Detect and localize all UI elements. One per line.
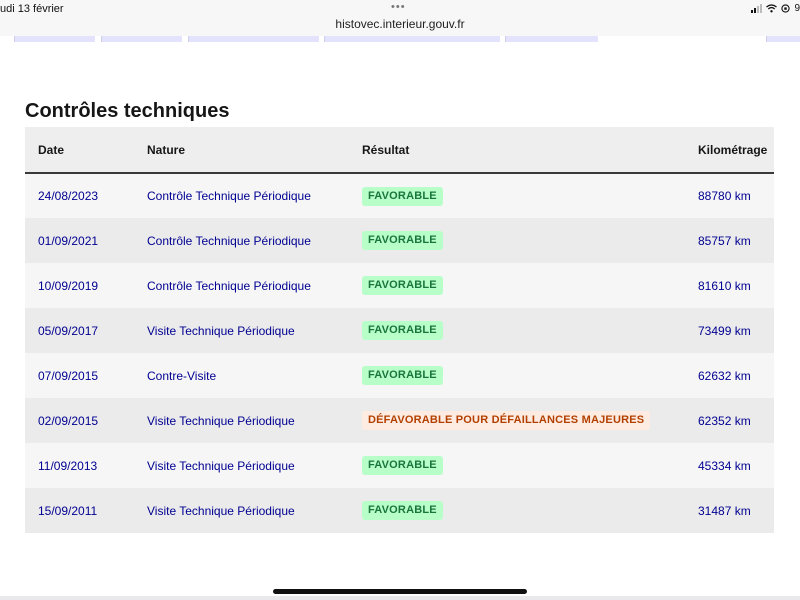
nav-tab[interactable] (188, 36, 319, 42)
row-nature: Visite Technique Périodique (147, 458, 295, 473)
row-kilometrage: 31487 km (698, 503, 751, 518)
column-header-resultat: Résultat (362, 142, 410, 157)
orientation-lock-icon (781, 4, 791, 13)
status-icons: 9 (751, 3, 800, 14)
column-header-nature: Nature (147, 142, 186, 157)
section-title: Contrôles techniques (25, 100, 230, 122)
row-date: 15/09/2011 (38, 503, 98, 518)
row-date: 02/09/2015 (38, 413, 99, 428)
result-badge-defavorable: DÉFAVORABLE POUR DÉFAILLANCES MAJEURES (362, 411, 651, 430)
nav-tab[interactable] (324, 36, 500, 42)
more-dots-icon[interactable]: ••• (391, 1, 406, 13)
result-badge-favorable: FAVORABLE (362, 366, 443, 385)
table-row: 01/09/2021 Contrôle Technique Périodique… (25, 218, 774, 263)
row-date: 07/09/2015 (38, 368, 99, 383)
wifi-icon (766, 4, 778, 13)
row-kilometrage: 88780 km (698, 189, 751, 203)
browser-status-bar: udi 13 février ••• histovec.interieur.go… (0, 0, 800, 37)
result-badge-favorable: FAVORABLE (362, 501, 443, 520)
controles-table: Date Nature Résultat Kilométrage 24/08/2… (25, 127, 774, 533)
row-kilometrage: 62352 km (698, 413, 751, 428)
status-time: udi 13 février (0, 3, 64, 15)
page-content: Contrôles techniques Date Nature Résulta… (0, 36, 800, 600)
nav-tab[interactable] (505, 36, 598, 42)
result-badge-favorable: FAVORABLE (362, 186, 443, 206)
result-badge-favorable: FAVORABLE (362, 321, 443, 340)
row-date: 11/09/2013 (38, 458, 98, 473)
table-row: 02/09/2015 Visite Technique Périodique D… (25, 398, 774, 443)
row-nature: Visite Technique Périodique (147, 323, 295, 338)
row-nature: Contrôle Technique Périodique (147, 278, 311, 293)
row-nature: Visite Technique Périodique (147, 503, 295, 518)
row-nature: Visite Technique Périodique (147, 413, 295, 428)
top-nav-strip (0, 36, 800, 44)
result-badge-favorable: FAVORABLE (362, 231, 443, 250)
home-indicator-bar[interactable] (273, 589, 527, 594)
row-kilometrage: 62632 km (698, 368, 751, 383)
result-badge-favorable: FAVORABLE (362, 276, 443, 295)
table-row: 11/09/2013 Visite Technique Périodique F… (25, 443, 774, 488)
row-kilometrage: 85757 km (698, 233, 751, 248)
address-bar-url[interactable]: histovec.interieur.gouv.fr (0, 17, 800, 31)
row-nature: Contrôle Technique Périodique (147, 233, 311, 248)
nav-tab[interactable] (766, 36, 800, 42)
row-kilometrage: 45334 km (698, 458, 751, 473)
table-row: 10/09/2019 Contrôle Technique Périodique… (25, 263, 774, 308)
row-date: 01/09/2021 (38, 233, 99, 248)
nav-tab[interactable] (14, 36, 95, 42)
nav-tab[interactable] (101, 36, 182, 42)
row-kilometrage: 73499 km (698, 323, 751, 338)
bottom-edge (0, 596, 800, 600)
column-header-kilometrage: Kilométrage (698, 142, 768, 157)
table-row: 05/09/2017 Visite Technique Périodique F… (25, 308, 774, 353)
row-kilometrage: 81610 km (698, 278, 751, 293)
row-nature: Contre-Visite (147, 368, 217, 383)
table-row: 07/09/2015 Contre-Visite FAVORABLE 62632… (25, 353, 774, 398)
table-row: 15/09/2011 Visite Technique Périodique F… (25, 488, 774, 533)
row-nature: Contrôle Technique Périodique (147, 189, 311, 203)
battery-percent: 9 (794, 3, 800, 14)
row-date: 24/08/2023 (38, 189, 99, 203)
table-header-row: Date Nature Résultat Kilométrage (25, 127, 774, 173)
row-date: 10/09/2019 (38, 278, 99, 293)
column-header-date: Date (38, 142, 65, 157)
cellular-signal-icon (751, 4, 763, 13)
result-badge-favorable: FAVORABLE (362, 456, 443, 475)
row-date: 05/09/2017 (38, 323, 99, 338)
table-row: 24/08/2023 Contrôle Technique Périodique… (25, 173, 774, 218)
